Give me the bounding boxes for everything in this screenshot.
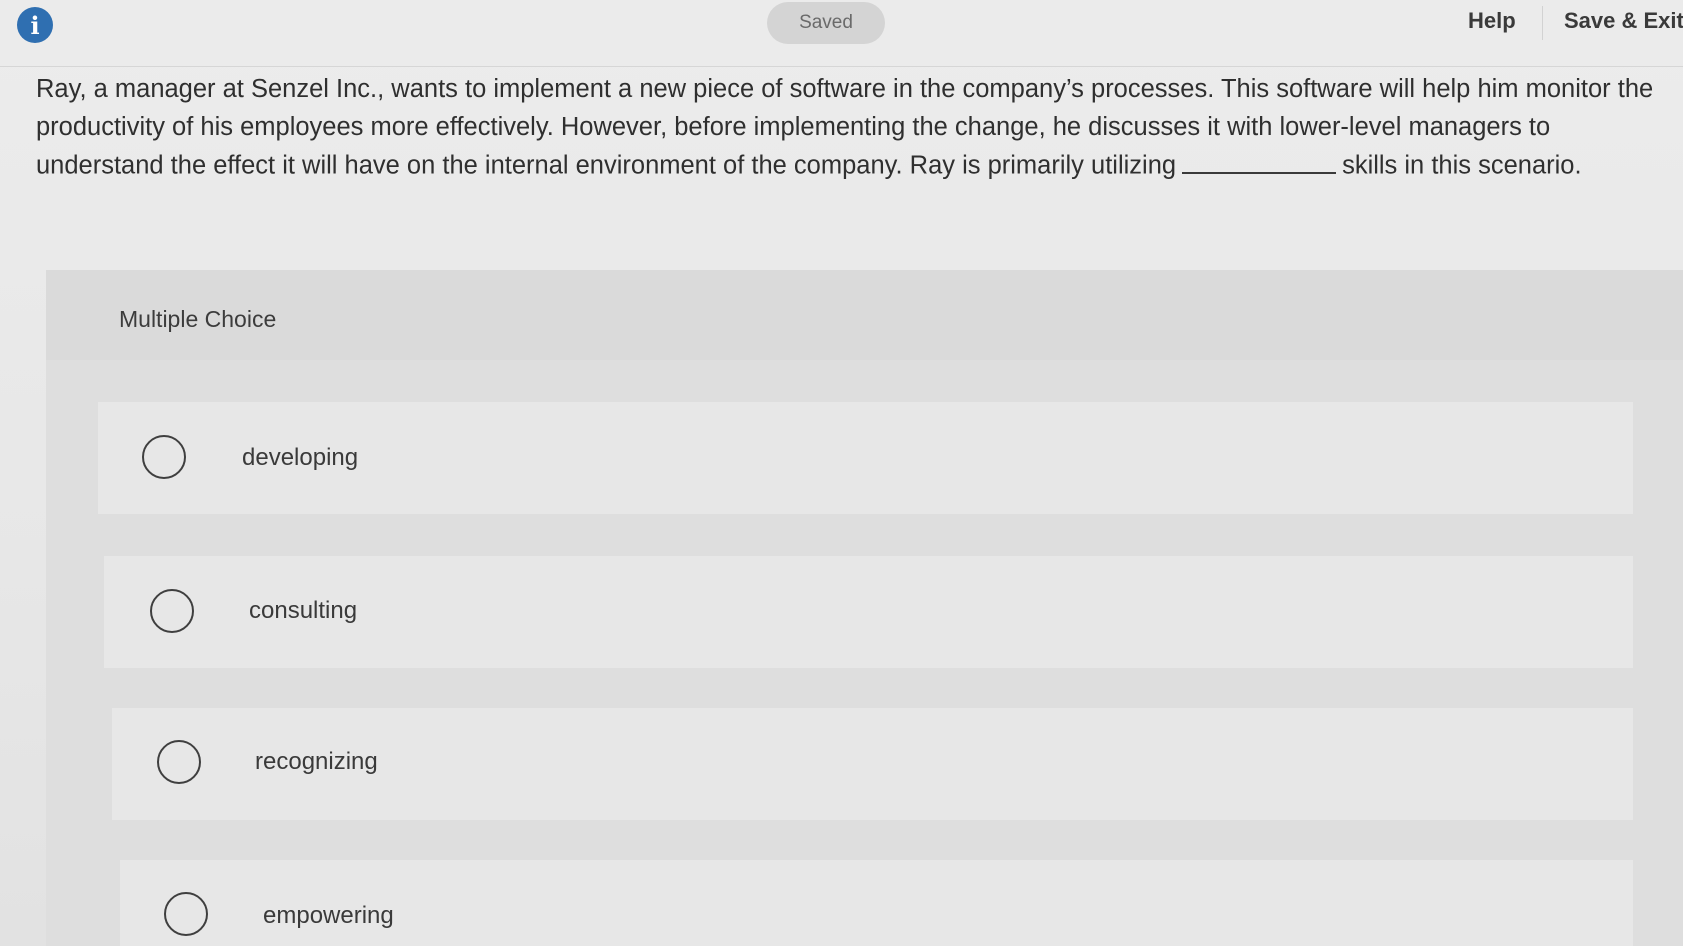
header-divider: [1542, 6, 1543, 40]
multiple-choice-label: Multiple Choice: [119, 306, 277, 332]
answer-option-empowering[interactable]: empowering: [120, 860, 1633, 946]
radio-button[interactable]: [164, 892, 208, 936]
question-prompt: Ray, a manager at Senzel Inc., wants to …: [36, 70, 1671, 185]
top-bar: i Saved Help Save & Exit: [0, 0, 1683, 67]
info-icon[interactable]: i: [17, 7, 53, 43]
answer-option-recognizing[interactable]: recognizing: [112, 708, 1633, 820]
radio-button[interactable]: [150, 589, 194, 633]
answer-option-developing[interactable]: developing: [98, 402, 1633, 514]
radio-button[interactable]: [157, 740, 201, 784]
multiple-choice-panel: Multiple Choice developing consulting re…: [46, 270, 1683, 946]
save-and-exit-button[interactable]: Save & Exit: [1564, 8, 1683, 34]
option-label: consulting: [249, 597, 358, 624]
question-text-end: skills in this scenario.: [1342, 151, 1582, 180]
answer-blank: [1182, 146, 1337, 174]
page: i Saved Help Save & Exit Ray, a manager …: [0, 0, 1683, 946]
answer-option-consulting[interactable]: consulting: [104, 556, 1633, 668]
radio-button[interactable]: [142, 435, 186, 479]
help-button[interactable]: Help: [1468, 8, 1516, 34]
saved-status-badge: Saved: [767, 2, 885, 44]
multiple-choice-header: Multiple Choice: [46, 270, 1683, 360]
option-label: recognizing: [255, 748, 378, 775]
option-label: developing: [242, 444, 359, 471]
option-label: empowering: [263, 902, 394, 929]
